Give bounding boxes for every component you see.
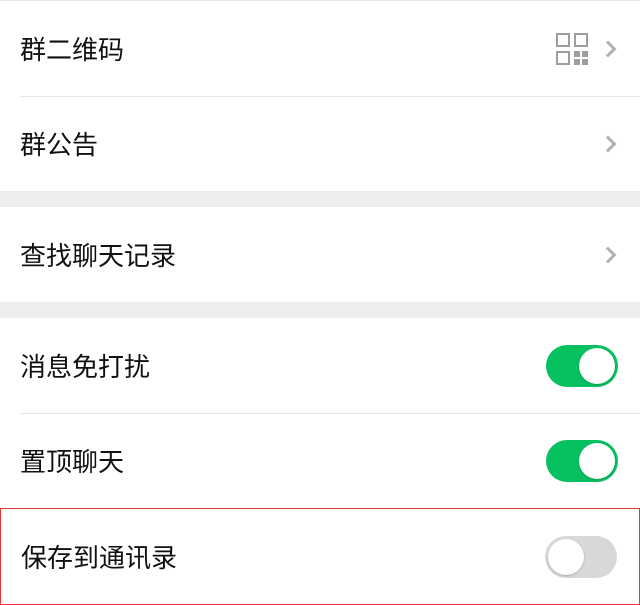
label-mute: 消息免打扰 bbox=[20, 347, 150, 384]
chevron-right-icon bbox=[600, 135, 617, 152]
row-mute: 消息免打扰 bbox=[0, 318, 640, 413]
label-search-history: 查找聊天记录 bbox=[20, 236, 176, 273]
row-right bbox=[556, 33, 618, 65]
toggle-mute[interactable] bbox=[546, 345, 618, 387]
label-save-contacts: 保存到通讯录 bbox=[21, 538, 177, 575]
row-group-qr[interactable]: 群二维码 bbox=[0, 1, 640, 96]
label-group-qr: 群二维码 bbox=[20, 30, 124, 67]
chevron-right-icon bbox=[600, 40, 617, 57]
toggle-save-contacts[interactable] bbox=[545, 536, 617, 578]
section-gap bbox=[0, 191, 640, 207]
label-group-announcement: 群公告 bbox=[20, 125, 98, 162]
row-search-history[interactable]: 查找聊天记录 bbox=[0, 207, 640, 302]
settings-list: 群二维码 群公告 查找聊天记录 消息免打扰 bbox=[0, 0, 640, 605]
row-pin: 置顶聊天 bbox=[0, 413, 640, 508]
row-right bbox=[602, 249, 618, 261]
section-toggles: 消息免打扰 置顶聊天 保存到通讯录 bbox=[0, 318, 640, 605]
qr-icon bbox=[556, 33, 588, 65]
chevron-right-icon bbox=[600, 246, 617, 263]
row-group-announcement[interactable]: 群公告 bbox=[0, 96, 640, 191]
label-pin: 置顶聊天 bbox=[20, 442, 124, 479]
row-right bbox=[602, 138, 618, 150]
section-group-info: 群二维码 群公告 bbox=[0, 0, 640, 191]
highlight-save-contacts: 保存到通讯录 bbox=[0, 508, 640, 605]
section-gap bbox=[0, 302, 640, 318]
section-search: 查找聊天记录 bbox=[0, 207, 640, 302]
toggle-pin[interactable] bbox=[546, 440, 618, 482]
